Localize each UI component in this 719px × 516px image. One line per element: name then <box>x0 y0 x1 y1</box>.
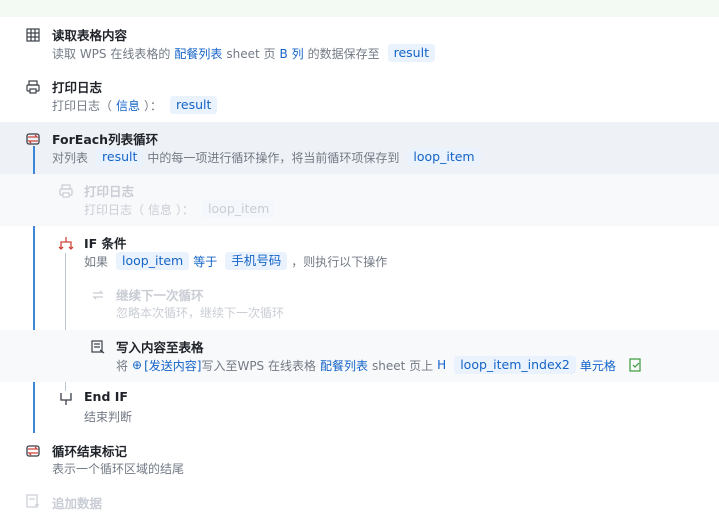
step-title: 继续下一次循环 <box>116 288 204 303</box>
step-desc: 表示一个循环区域的结尾 <box>52 460 188 477</box>
desc-text: ）： <box>176 202 195 217</box>
edit-note-icon[interactable] <box>628 357 644 373</box>
step-title: 写入内容至表格 <box>116 340 204 355</box>
step-desc: 打印日志（ 信息 ）： loop_item <box>84 200 279 218</box>
operator-link[interactable]: 等于 <box>193 253 217 270</box>
step-desc: 忽略本次循环，继续下一次循环 <box>116 304 288 321</box>
step-title: 打印日志 <box>84 184 135 199</box>
end-branch-icon <box>58 391 74 407</box>
desc-text: ，则执行以下操作 <box>291 254 388 269</box>
desc-text: sheet 页 <box>226 46 276 61</box>
variable-tag[interactable]: result <box>170 96 218 114</box>
top-strip <box>0 0 719 17</box>
loop-end-icon <box>25 443 41 459</box>
step-title: 追加数据 <box>52 496 103 511</box>
step-title: 打印日志 <box>52 80 103 95</box>
variable-tag[interactable]: loop_item <box>116 252 190 270</box>
step-title: End IF <box>84 389 128 404</box>
step-desc: 如果 loop_item 等于 手机号码 ，则执行以下操作 <box>84 252 391 270</box>
printer-icon <box>58 183 74 199</box>
step-title: IF 条件 <box>84 236 127 251</box>
value-tag[interactable]: 手机号码 <box>225 252 288 270</box>
column-link[interactable]: H <box>437 358 446 372</box>
step-continue-disabled[interactable]: 继续下一次循环 忽略本次循环，继续下一次循环 <box>0 278 719 330</box>
step-foreach[interactable]: ForEach列表循环 对列表 result 中的每一项进行循环操作，将当前循环… <box>0 122 719 174</box>
level-link[interactable]: 信息 <box>116 97 140 114</box>
variable-icon: ⊕ <box>132 358 143 372</box>
branch-icon <box>58 235 74 251</box>
sheet-link[interactable]: 配餐列表 <box>174 45 222 62</box>
desc-text: 的数据保存至 <box>307 46 380 61</box>
step-write-table[interactable]: 写入内容至表格 将 ⊕ [发送内容] 写入至WPS 在线表格 配餐列表 shee… <box>0 330 719 382</box>
step-print-log-disabled[interactable]: 打印日志 打印日志（ 信息 ）： loop_item <box>0 174 719 226</box>
sheet-link[interactable]: 配餐列表 <box>320 357 368 374</box>
column-link[interactable]: B 列 <box>280 45 304 62</box>
desc-text: 读取 WPS 在线表格的 <box>52 46 171 61</box>
step-title: ForEach列表循环 <box>52 132 159 147</box>
desc-text: 打印日志（ <box>52 98 113 113</box>
variable-tag[interactable]: loop_item_index2 <box>454 356 576 374</box>
variable-tag[interactable]: loop_item <box>202 200 276 218</box>
desc-text: 结束判断 <box>84 410 133 424</box>
step-print-log[interactable]: 打印日志 打印日志（ 信息 ）： result <box>0 70 719 122</box>
desc-text: 对列表 <box>52 150 89 165</box>
step-if[interactable]: IF 条件 如果 loop_item 等于 手机号码 ，则执行以下操作 <box>0 226 719 278</box>
step-title: 读取表格内容 <box>52 28 128 43</box>
step-end-if[interactable]: End IF 结束判断 <box>0 382 719 434</box>
desc-text: ）： <box>144 98 163 113</box>
cell-link[interactable]: 单元格 <box>580 357 616 374</box>
desc-text: 表示一个循环区域的结尾 <box>52 462 185 476</box>
step-append-data[interactable]: 追加数据 <box>0 486 719 516</box>
write-table-icon <box>90 339 106 355</box>
step-desc: 读取 WPS 在线表格的 配餐列表 sheet 页 B 列 的数据保存至 res… <box>52 44 439 62</box>
desc-text: sheet 页上 <box>372 358 434 373</box>
desc-text: 打印日志（ <box>84 202 145 217</box>
step-read-table[interactable]: 读取表格内容 读取 WPS 在线表格的 配餐列表 sheet 页 B 列 的数据… <box>0 17 719 70</box>
loop-icon <box>90 287 106 303</box>
variable-tag[interactable]: loop_item <box>407 148 481 166</box>
level-link[interactable]: 信息 <box>148 201 172 218</box>
desc-text: 忽略本次循环，继续下一次循环 <box>116 306 285 320</box>
append-icon <box>25 493 41 509</box>
step-desc: 将 ⊕ [发送内容] 写入至WPS 在线表格 配餐列表 sheet 页上 H l… <box>116 356 641 374</box>
desc-text: 写入至WPS 在线表格 <box>201 358 316 373</box>
desc-text: 将 <box>116 358 129 373</box>
content-link[interactable]: [发送内容] <box>144 357 201 374</box>
step-desc: 对列表 result 中的每一项进行循环操作，将当前循环项保存到 loop_it… <box>52 148 485 166</box>
loop-icon <box>25 131 41 147</box>
variable-tag[interactable]: result <box>96 148 144 166</box>
desc-text: 如果 <box>84 254 109 269</box>
step-loop-end[interactable]: 循环结束标记 表示一个循环区域的结尾 <box>0 434 719 486</box>
step-title: 循环结束标记 <box>52 444 128 459</box>
printer-icon <box>25 79 41 95</box>
step-desc: 结束判断 <box>84 408 136 425</box>
variable-tag[interactable]: result <box>387 44 435 62</box>
table-icon <box>25 27 41 43</box>
step-desc: 打印日志（ 信息 ）： result <box>52 96 221 114</box>
desc-text: 中的每一项进行循环操作，将当前循环项保存到 <box>147 150 400 165</box>
